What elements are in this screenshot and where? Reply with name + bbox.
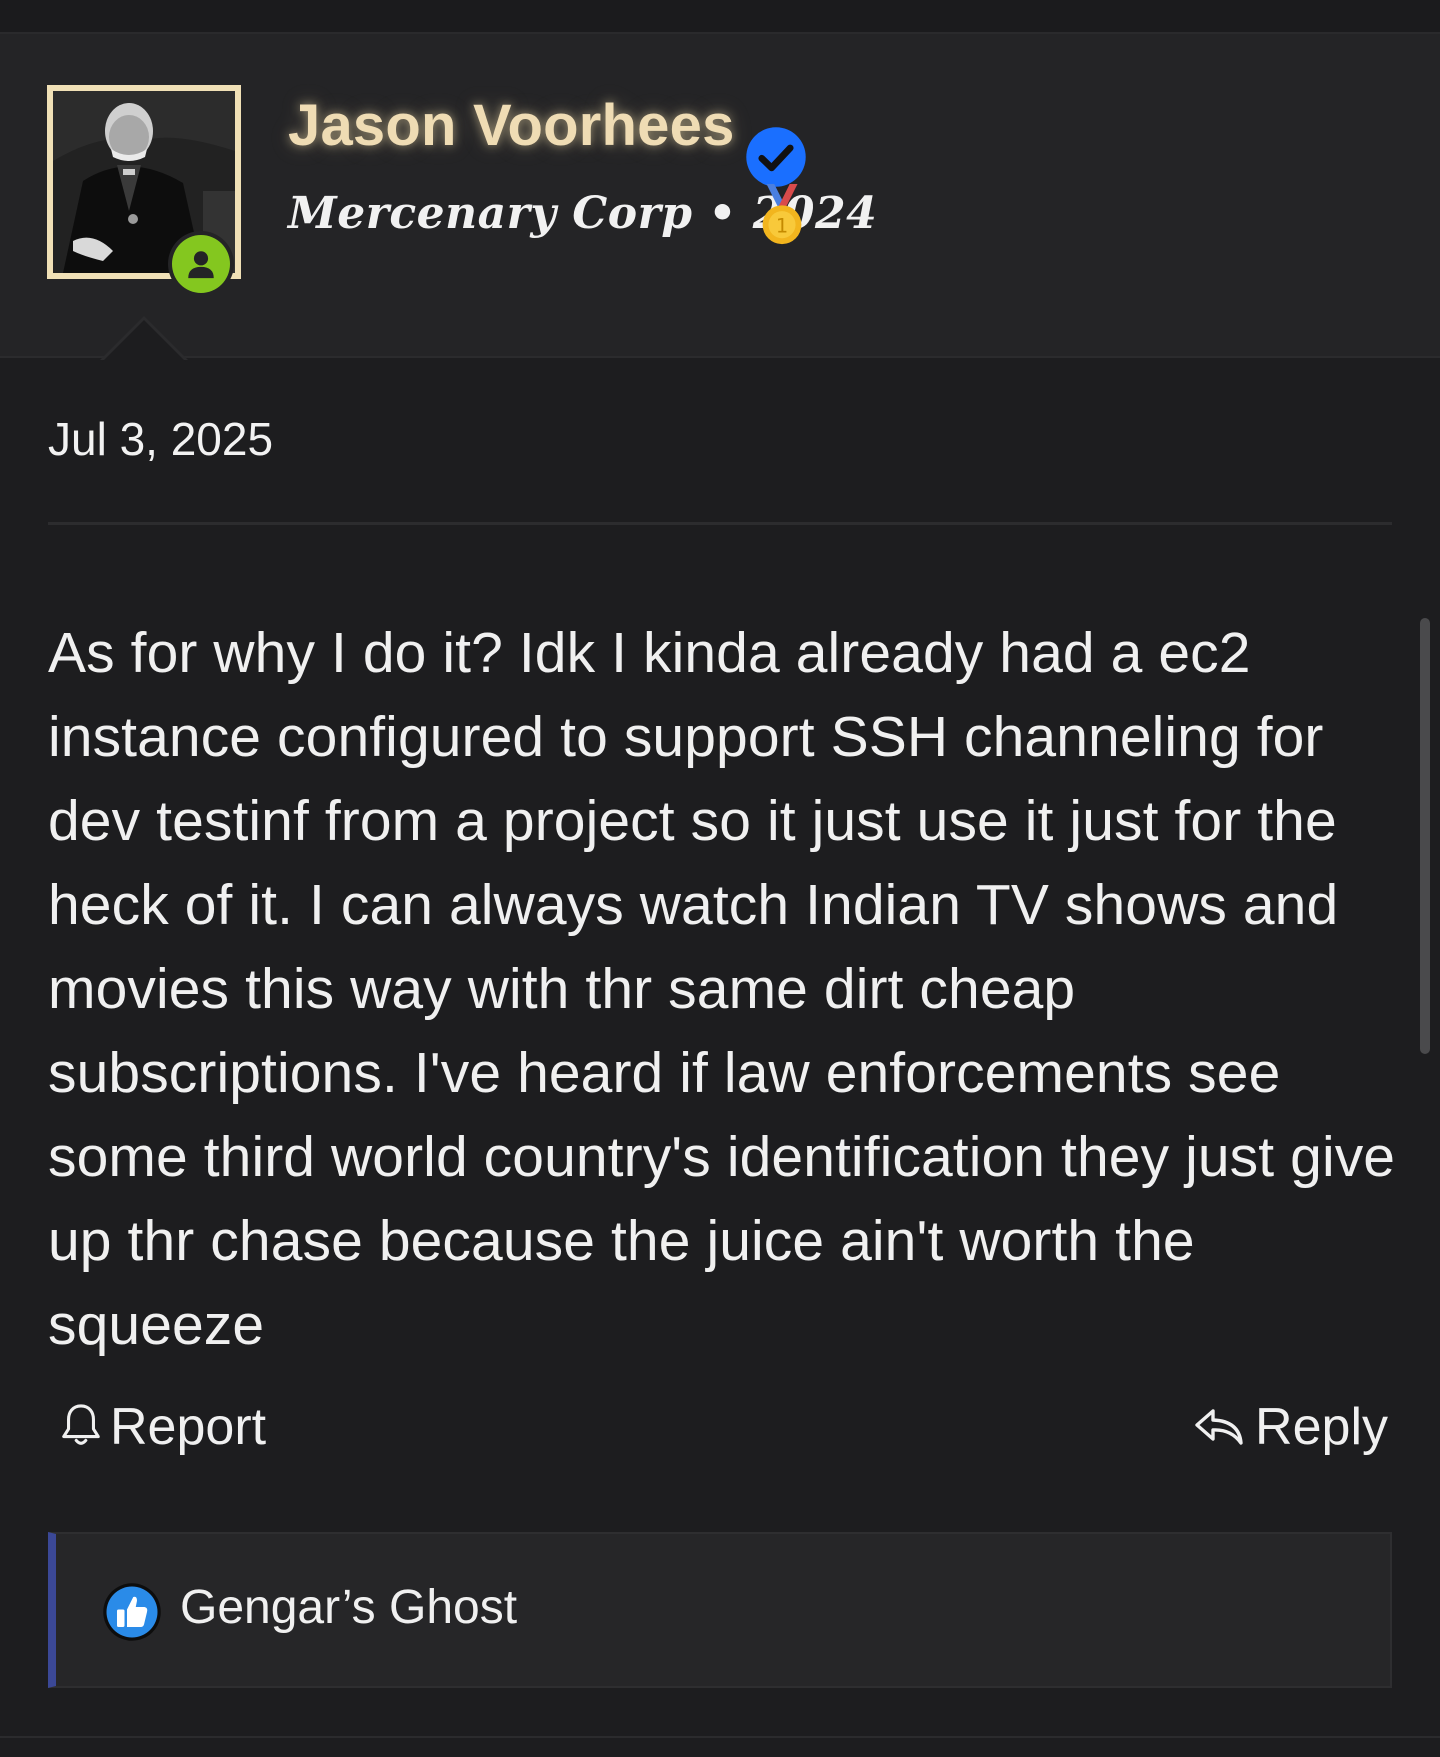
reactor-name[interactable]: Gengar’s Ghost <box>180 1580 517 1635</box>
gold-medal-icon: 1 <box>762 184 802 245</box>
report-label: Report <box>110 1398 267 1456</box>
post-date[interactable]: Jul 3, 2025 <box>48 412 273 466</box>
reply-button[interactable]: Reply <box>1191 1394 1388 1460</box>
divider <box>48 522 1392 525</box>
top-strip <box>0 0 1440 34</box>
reply-arrow-icon <box>1195 1409 1243 1445</box>
post-body: As for why I do it? Idk I kinda already … <box>48 621 1396 1357</box>
svg-text:1: 1 <box>776 214 788 237</box>
verified-check-icon <box>746 127 806 187</box>
author-name[interactable]: Jason Voorhees <box>288 92 735 159</box>
bell-icon <box>62 1404 100 1445</box>
report-button[interactable]: Report <box>58 1394 266 1460</box>
forum-post: Jason Voorhees Mercenary Corp • 2024 1 J… <box>0 34 1440 1740</box>
post-bottom-border <box>0 1736 1440 1738</box>
scrollbar[interactable] <box>1420 618 1430 1054</box>
post-author-header: Jason Voorhees Mercenary Corp • 2024 1 <box>0 34 1440 362</box>
reactions-bar[interactable]: Gengar’s Ghost <box>48 1532 1392 1688</box>
reply-label: Reply <box>1255 1398 1388 1456</box>
online-user-icon <box>188 251 214 279</box>
online-status-badge <box>168 231 234 297</box>
thumbs-up-icon <box>103 1583 161 1641</box>
